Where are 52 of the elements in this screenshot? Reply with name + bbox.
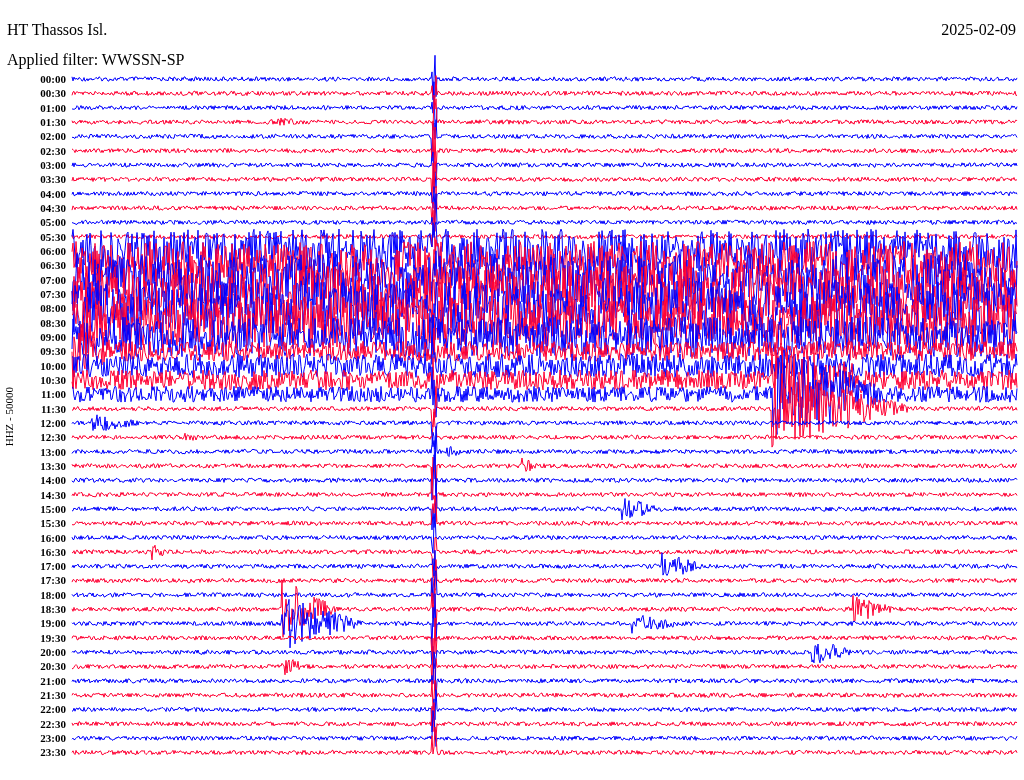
time-label: 23:00: [39, 731, 67, 746]
time-label: 15:00: [39, 501, 67, 517]
time-label: 21:30: [39, 688, 67, 703]
time-label: 17:30: [39, 573, 67, 588]
time-label: 13:30: [39, 458, 67, 474]
time-label: 06:00: [39, 243, 67, 259]
time-label: 10:00: [39, 358, 67, 373]
time-label: 13:00: [39, 444, 67, 459]
time-label: 14:00: [39, 473, 67, 488]
time-label: 22:00: [39, 702, 67, 717]
time-label: 00:30: [39, 86, 67, 101]
time-label: 01:30: [39, 115, 67, 130]
time-label: 07:00: [39, 272, 67, 287]
time-label: 12:30: [39, 430, 67, 445]
time-label: 20:00: [39, 645, 67, 660]
station-title: HT Thassos Isl.: [7, 20, 108, 40]
time-label: 09:00: [39, 329, 67, 345]
time-label: 01:00: [39, 100, 67, 115]
plot-date: 2025-02-09: [941, 20, 1016, 40]
time-label: 14:30: [39, 487, 67, 502]
time-label: 12:00: [39, 415, 67, 431]
time-label: 08:30: [39, 315, 67, 330]
time-label: 21:00: [39, 673, 67, 689]
time-label: 02:00: [39, 129, 67, 144]
time-label: 16:30: [39, 544, 67, 560]
time-label: 15:30: [39, 516, 67, 531]
time-label: 19:00: [39, 616, 67, 631]
time-label: 03:00: [39, 157, 67, 173]
time-label: 16:00: [39, 530, 67, 545]
time-label: 10:30: [39, 372, 67, 388]
time-label: 22:30: [39, 716, 67, 732]
time-label: 11:00: [39, 387, 67, 402]
time-label: 11:30: [39, 401, 67, 416]
time-label: 18:30: [39, 602, 67, 617]
time-label: 03:30: [39, 172, 67, 187]
time-label: 04:00: [39, 186, 67, 201]
time-label: 06:30: [39, 258, 67, 273]
time-label: 18:00: [39, 587, 67, 603]
time-label: 17:00: [39, 559, 67, 574]
time-label: 20:30: [39, 659, 67, 674]
time-label: 02:30: [39, 143, 67, 158]
time-label: 04:30: [39, 200, 67, 216]
time-label: 08:00: [39, 301, 67, 316]
time-label: 19:30: [39, 630, 67, 646]
time-label: 05:30: [39, 229, 67, 244]
filter-label: Applied filter: WWSSN-SP: [6, 50, 186, 70]
time-label: 23:30: [39, 745, 67, 760]
axis-label: HHZ - 50000: [3, 387, 15, 447]
time-label: 07:30: [39, 286, 67, 302]
time-label: 00:00: [39, 72, 67, 87]
time-label: 05:00: [39, 215, 67, 230]
time-label: 09:30: [39, 344, 67, 359]
